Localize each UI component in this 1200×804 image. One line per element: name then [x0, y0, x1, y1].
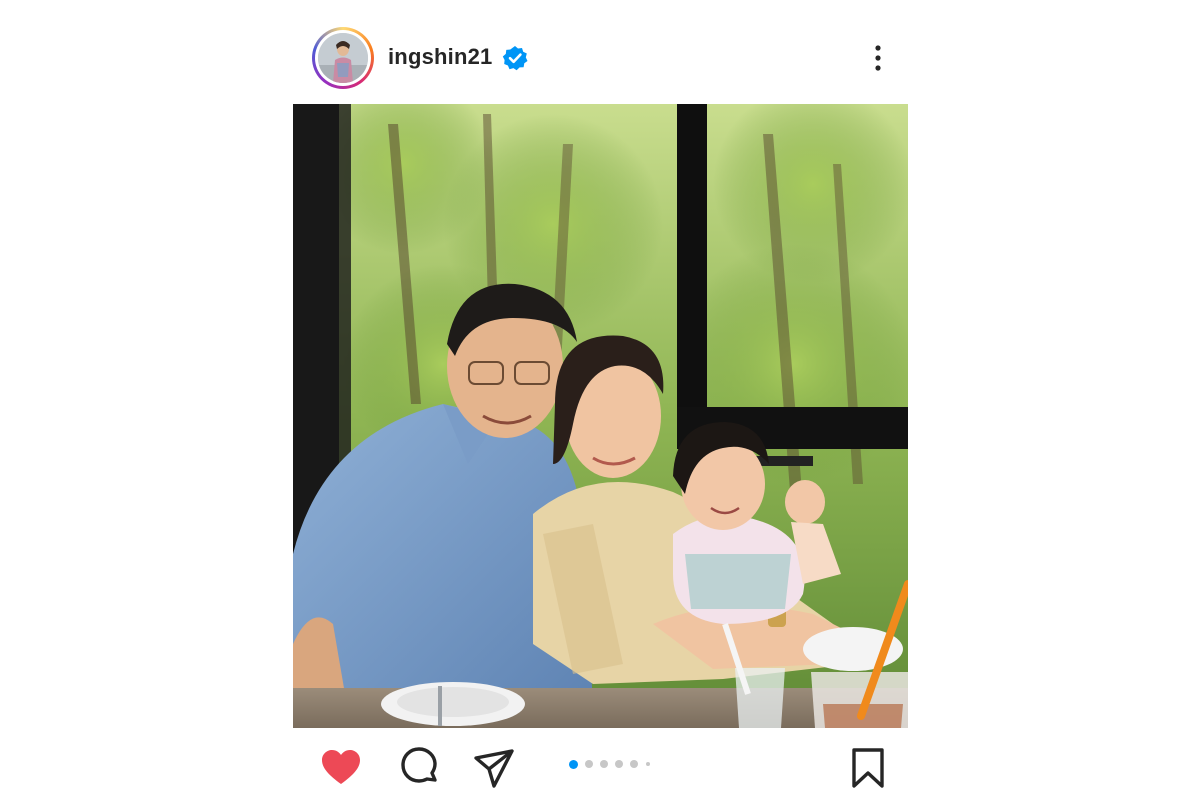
photo-image	[293, 104, 908, 728]
more-vertical-icon[interactable]	[867, 42, 889, 74]
story-ring[interactable]	[312, 27, 374, 89]
post-header: ingshin21	[293, 26, 908, 90]
verified-badge-icon	[502, 46, 528, 71]
post-actions	[293, 740, 908, 794]
avatar[interactable]	[318, 33, 368, 83]
carousel-dot	[585, 760, 593, 768]
heart-filled-icon[interactable]	[319, 746, 363, 790]
carousel-dot	[615, 760, 623, 768]
bookmark-icon[interactable]	[846, 746, 890, 790]
avatar-image	[318, 33, 368, 83]
carousel-dot	[600, 760, 608, 768]
carousel-dot	[569, 759, 578, 769]
send-icon[interactable]	[472, 746, 516, 790]
comment-icon[interactable]	[397, 746, 441, 790]
username[interactable]: ingshin21	[388, 44, 493, 70]
post-photo[interactable]	[293, 104, 908, 728]
instagram-post: ingshin21	[293, 0, 908, 804]
carousel-dot	[630, 760, 638, 768]
carousel-dot	[646, 762, 650, 766]
